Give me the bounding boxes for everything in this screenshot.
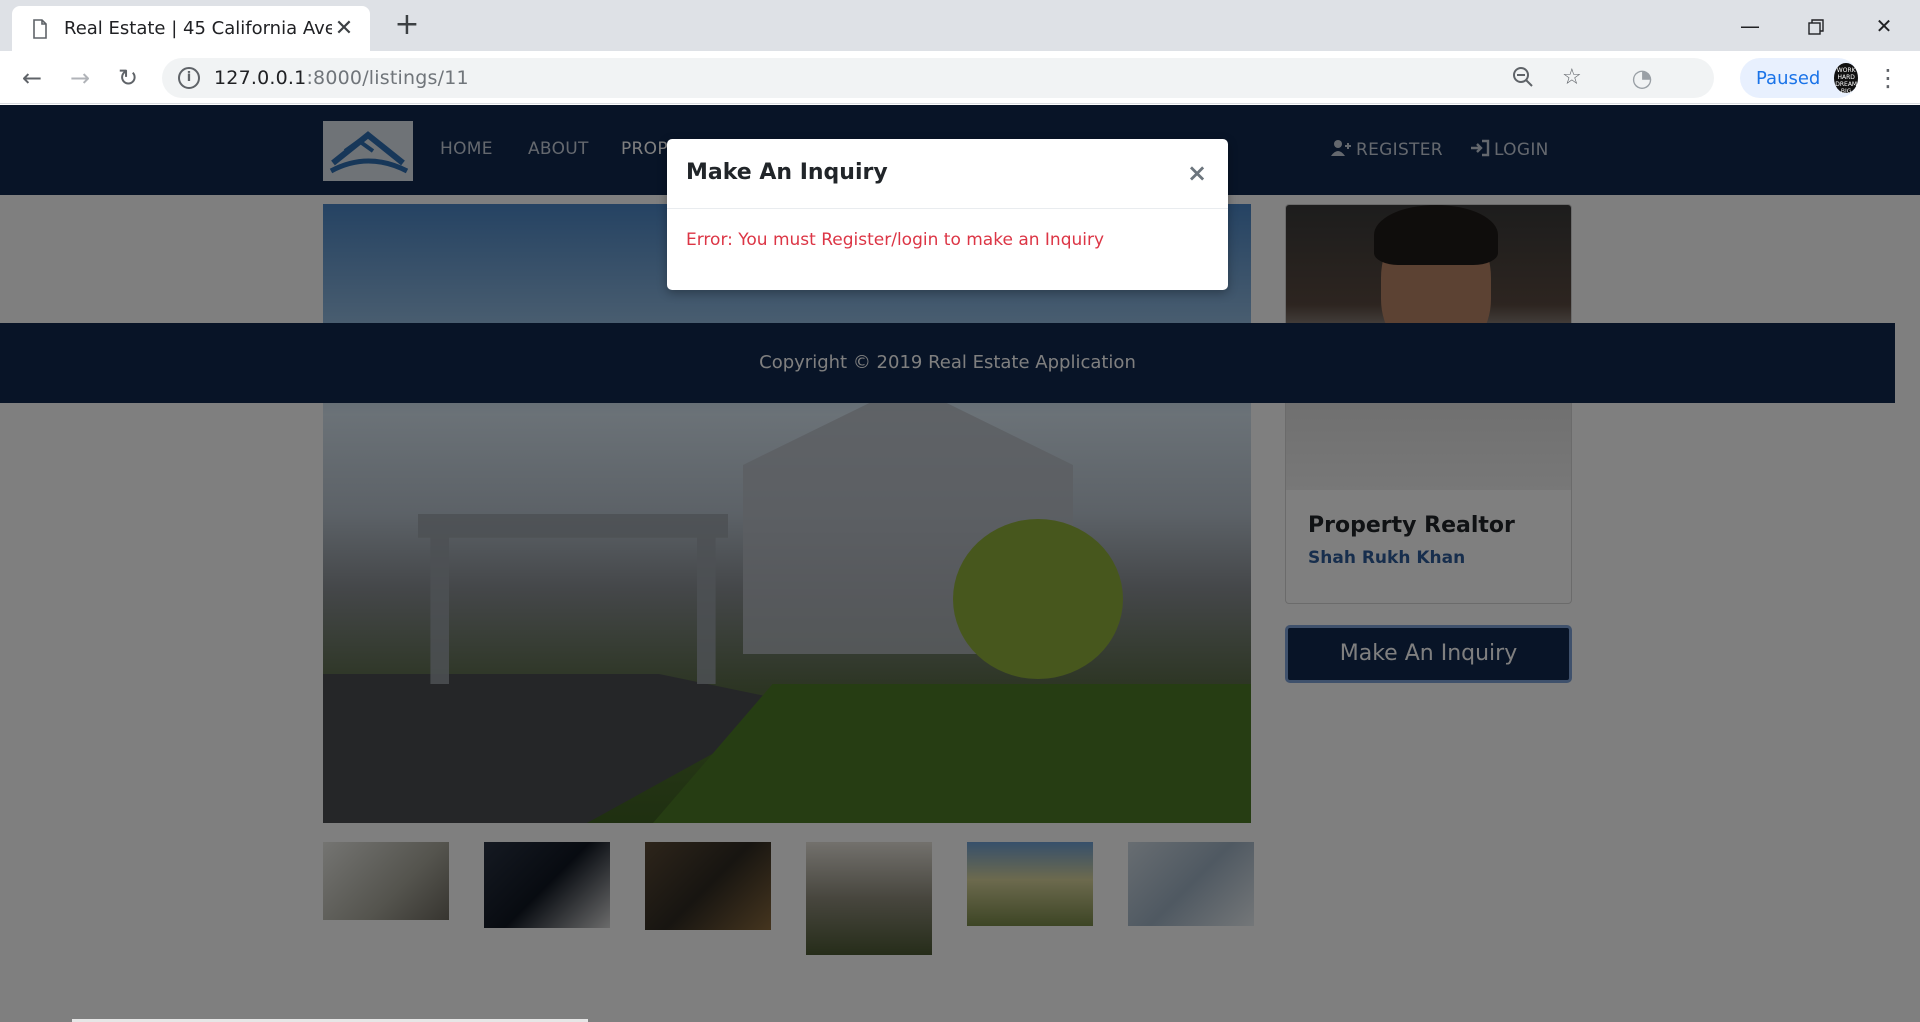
address-bar[interactable]: i 127.0.0.1:8000/listings/11 ☆: [162, 58, 1714, 98]
modal-close-button[interactable]: ×: [1187, 161, 1207, 185]
restore-icon[interactable]: [1796, 8, 1836, 44]
browser-toolbar: ← → ↻ i 127.0.0.1:8000/listings/11 ☆ ◔ P…: [0, 51, 1920, 104]
browser-tabstrip: Real Estate | 45 California Avenue ✕ + —…: [0, 0, 1920, 51]
minimize-icon[interactable]: —: [1730, 8, 1770, 44]
browser-tab[interactable]: Real Estate | 45 California Avenue ✕: [12, 6, 370, 51]
extension-icon[interactable]: ◔: [1627, 63, 1657, 93]
page-icon: [33, 18, 47, 39]
profile-chip[interactable]: Paused WORK HARD DREAM BIG: [1740, 58, 1858, 98]
zoom-icon[interactable]: [1512, 58, 1534, 98]
close-window-icon[interactable]: ✕: [1864, 8, 1904, 44]
menu-icon[interactable]: ⋮: [1876, 63, 1900, 93]
new-tab-icon[interactable]: +: [392, 10, 422, 40]
info-icon[interactable]: i: [178, 67, 200, 89]
profile-status: Paused: [1756, 67, 1821, 89]
reload-icon[interactable]: ↻: [113, 63, 143, 93]
bookmark-star-icon[interactable]: ☆: [1562, 58, 1582, 98]
close-tab-icon[interactable]: ✕: [332, 16, 356, 41]
tab-title: Real Estate | 45 California Avenue: [64, 18, 332, 39]
back-icon[interactable]: ←: [17, 63, 47, 93]
url-text: 127.0.0.1:8000/listings/11: [214, 67, 469, 89]
forward-icon[interactable]: →: [65, 63, 95, 93]
avatar: WORK HARD DREAM BIG: [1834, 63, 1858, 95]
inquiry-modal: Make An Inquiry × Error: You must Regist…: [667, 139, 1228, 290]
web-page: HOME ABOUT PROP REGISTER LOGIN Property …: [0, 105, 1920, 1022]
modal-header: Make An Inquiry ×: [667, 139, 1228, 209]
modal-error-message: Error: You must Register/login to make a…: [686, 230, 1105, 250]
modal-title: Make An Inquiry: [686, 160, 888, 185]
